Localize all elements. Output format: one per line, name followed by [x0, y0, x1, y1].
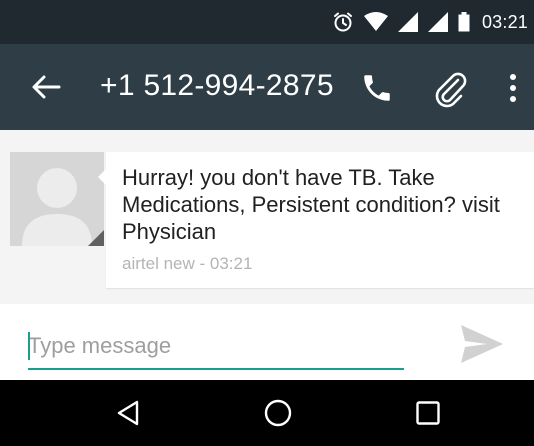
phone-icon — [364, 75, 390, 101]
nav-back-button[interactable] — [98, 391, 158, 435]
message-item[interactable]: Hurray! you don't have TB. Take Medicati… — [10, 152, 534, 288]
wifi-icon — [363, 12, 388, 32]
text-cursor — [28, 332, 30, 360]
signal-icon — [397, 12, 418, 32]
input-underline — [28, 368, 404, 370]
signal-icon — [427, 12, 448, 32]
back-button[interactable] — [26, 70, 66, 104]
conversation-list: Hurray! you don't have TB. Take Medicati… — [0, 130, 534, 304]
nav-back-icon — [117, 400, 139, 426]
message-text: Hurray! you don't have TB. Take Medicati… — [122, 165, 500, 244]
nav-home-icon — [264, 399, 292, 427]
attach-button[interactable] — [426, 68, 474, 108]
page-title: +1 512-994-2875 — [100, 69, 334, 102]
nav-recents-button[interactable] — [398, 391, 458, 435]
call-button[interactable] — [354, 68, 400, 108]
back-arrow-icon — [32, 75, 61, 99]
message-input[interactable] — [28, 326, 404, 366]
person-avatar-icon[interactable] — [10, 152, 104, 246]
status-time: 03:21 — [481, 11, 528, 32]
alarm-icon — [332, 11, 354, 33]
compose-bar — [0, 304, 534, 380]
nav-home-button[interactable] — [248, 391, 308, 435]
app-bar: +1 512-994-2875 — [0, 44, 534, 130]
send-icon — [461, 325, 503, 363]
status-icons: 03:21 — [332, 0, 534, 44]
paperclip-icon — [435, 72, 467, 108]
bubble-tail — [98, 168, 107, 186]
nav-recents-icon — [416, 401, 440, 425]
status-bar: 03:21 — [0, 0, 534, 44]
more-options-button[interactable] — [496, 68, 530, 108]
message-bubble[interactable]: Hurray! you don't have TB. Take Medicati… — [98, 152, 534, 288]
message-meta: airtel new - 03:21 — [122, 254, 253, 273]
system-nav-bar — [0, 380, 534, 446]
battery-icon — [458, 12, 470, 32]
more-vert-icon — [510, 74, 516, 102]
send-button[interactable] — [456, 318, 508, 370]
message-input-wrapper — [28, 326, 404, 372]
